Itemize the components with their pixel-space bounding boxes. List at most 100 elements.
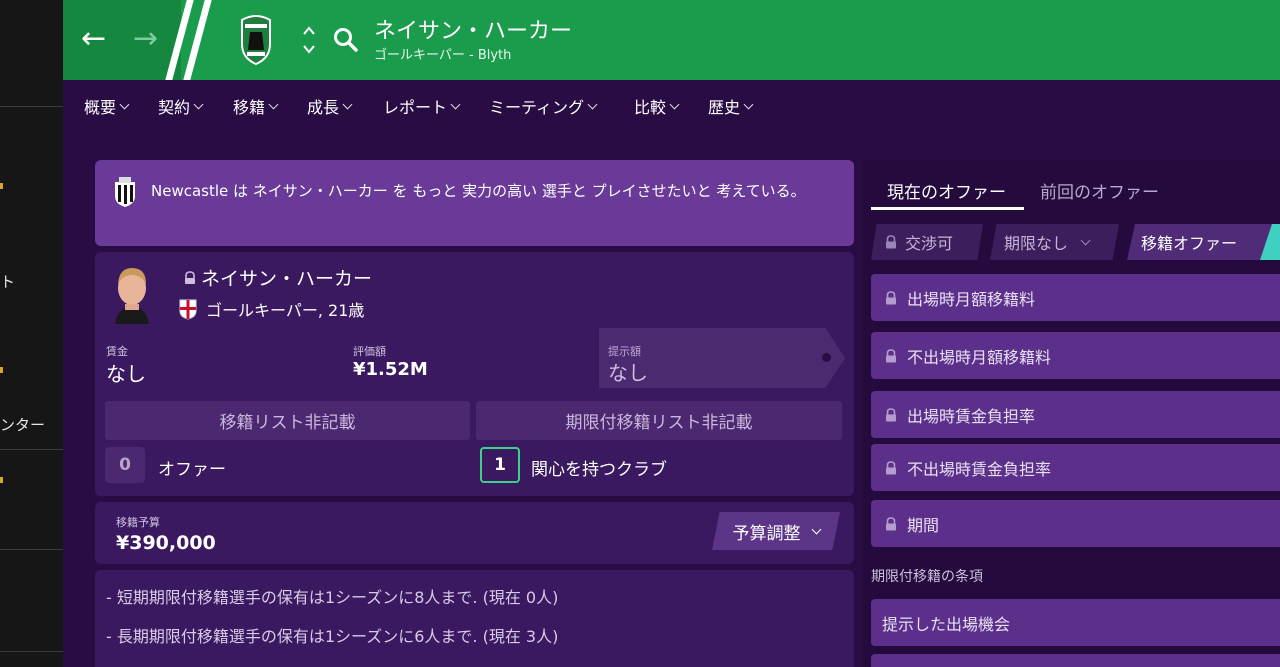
club-notice-banner: Newcastle は ネイサン・ハーカー を もっと 実力の高い 選手と プレ… [95, 160, 854, 246]
loan-term-label: 提示した出場機会 [882, 614, 1011, 634]
chevron-down-icon [587, 99, 598, 109]
chevron-down-icon [119, 99, 130, 109]
menu-report[interactable]: レポート [383, 94, 461, 118]
menu-overview[interactable]: 概要 [84, 94, 130, 118]
player-transfer-card: ネイサン・ハーカー ゴールキーパー, 21歳 賃金 なし 評価額 ¥1.52M … [95, 252, 854, 496]
player-position-row: ゴールキーパー, 21歳 [179, 297, 364, 321]
lock-icon [886, 290, 896, 304]
transfer-list-button[interactable]: 移籍リスト非記載 [105, 401, 470, 440]
loan-term-row[interactable]: 提示した出場機会 [871, 599, 1280, 646]
offer-panel: 現在のオファー 前回のオファー 交渉可 期限なし 移籍オファー 出場時月額移籍料… [862, 160, 1280, 667]
transfer-budget-panel: 移籍予算 ¥390,000 予算調整 [95, 502, 854, 564]
sidebar-divider [0, 549, 63, 550]
condition-row[interactable]: 不出場時賃金負担率 [871, 444, 1280, 491]
value-label: 評価額 [353, 345, 386, 358]
negotiable-pill[interactable]: 交渉可 [871, 224, 983, 260]
sidebar-item-fragment[interactable]: ト [0, 271, 15, 292]
chevron-down-icon [450, 99, 461, 109]
interested-clubs-label[interactable]: 関心を持つクラブ [531, 455, 667, 480]
negotiable-label: 交渉可 [905, 234, 954, 253]
condition-label: 期間 [907, 515, 940, 535]
menu-contract[interactable]: 契約 [158, 94, 204, 118]
adjust-budget-button[interactable]: 予算調整 [712, 512, 840, 550]
value-amount: ¥1.52M [353, 359, 428, 380]
condition-label: 出場時賃金負担率 [907, 406, 1036, 426]
menu-label: 歴史 [708, 98, 741, 117]
forward-arrow-icon[interactable]: → [133, 22, 158, 56]
menu-development[interactable]: 成長 [307, 94, 353, 118]
loan-term-row[interactable] [871, 654, 1280, 667]
page-subtitle: ゴールキーパー - Blyth [374, 48, 512, 63]
left-sidebar: ト ンター [0, 0, 63, 667]
loan-list-button[interactable]: 期限付移籍リスト非記載 [476, 401, 842, 440]
budget-label: 移籍予算 [116, 516, 160, 529]
menu-label: レポート [383, 98, 448, 117]
lock-icon [185, 270, 195, 284]
menu-label: 成長 [307, 98, 340, 117]
player-avatar[interactable] [109, 262, 155, 324]
position-age: ゴールキーパー, 21歳 [206, 301, 365, 320]
condition-row[interactable]: 不出場時月額移籍料 [871, 332, 1280, 379]
transfer-offer-label: 移籍オファー [1141, 234, 1238, 253]
asking-price-box[interactable]: 提示額 なし [599, 328, 845, 388]
chevron-down-icon [743, 99, 754, 109]
menu-label: 契約 [158, 98, 191, 117]
sidebar-indicator [0, 183, 3, 189]
sidebar-divider [0, 449, 63, 450]
menu-label: 概要 [84, 98, 117, 117]
sidebar-indicator [0, 367, 3, 373]
notice-text: Newcastle は ネイサン・ハーカー を もっと 実力の高い 選手と プレ… [151, 182, 806, 200]
interested-clubs-count: 1 [480, 447, 520, 483]
chevron-down-icon [669, 99, 680, 109]
sidebar-divider [0, 106, 63, 107]
menu-meeting[interactable]: ミーティング [489, 94, 598, 118]
sidebar-item-fragment[interactable]: ンター [0, 414, 45, 435]
budget-value: ¥390,000 [116, 532, 216, 554]
england-flag-icon [179, 299, 197, 320]
condition-row[interactable]: 期間 [871, 500, 1280, 547]
slider-dot [822, 353, 831, 362]
tab-current-offer[interactable]: 現在のオファー [887, 178, 1006, 203]
menu-bar: 概要 契約 移籍 成長 レポート ミーティング 比較 歴史 [63, 80, 1280, 130]
search-icon[interactable] [333, 27, 359, 53]
player-name[interactable]: ネイサン・ハーカー [201, 264, 372, 291]
condition-label: 出場時月額移籍料 [907, 289, 1036, 309]
page-title: ネイサン・ハーカー [374, 19, 573, 44]
player-switch-icon[interactable] [302, 22, 316, 58]
sidebar-indicator [0, 477, 3, 483]
lock-icon [886, 407, 896, 421]
offers-count: 0 [105, 447, 145, 483]
menu-compare[interactable]: 比較 [634, 94, 680, 118]
transfer-offer-button[interactable]: 移籍オファー [1127, 224, 1280, 260]
menu-transfer[interactable]: 移籍 [233, 94, 279, 118]
menu-label: 比較 [634, 98, 667, 117]
rule-item: - 長期期限付移籍選手の保有は1シーズンに6人まで. (現在 3人) [106, 627, 559, 646]
lock-icon [886, 348, 896, 362]
condition-label: 不出場時賃金負担率 [907, 459, 1052, 479]
chevron-down-icon [1080, 235, 1091, 245]
player-name-row: ネイサン・ハーカー [183, 264, 372, 291]
condition-row[interactable]: 出場時賃金負担率 [871, 391, 1280, 438]
condition-label: 不出場時月額移籍料 [907, 347, 1052, 367]
condition-row[interactable]: 出場時月額移籍料 [871, 274, 1280, 321]
lock-icon [886, 516, 896, 530]
wage-label: 賃金 [106, 345, 128, 358]
rule-item: - 短期期限付移籍選手の保有は1シーズンに8人まで. (現在 0人) [106, 588, 559, 607]
deadline-select[interactable]: 期限なし [990, 224, 1119, 260]
loan-rules-panel: - 短期期限付移籍選手の保有は1シーズンに8人まで. (現在 0人) - 長期期… [95, 570, 854, 667]
offers-label[interactable]: オファー [158, 455, 226, 480]
menu-label: 移籍 [233, 98, 266, 117]
page-header: ← → ネイサン・ハーカー ゴールキーパー - Blyth [63, 0, 1280, 80]
menu-history[interactable]: 歴史 [708, 94, 754, 118]
chevron-down-icon [811, 524, 821, 534]
sidebar-divider [0, 651, 63, 652]
menu-label: ミーティング [489, 98, 585, 117]
deadline-label: 期限なし [1004, 234, 1069, 253]
back-arrow-icon[interactable]: ← [81, 22, 106, 56]
chevron-down-icon [342, 99, 353, 109]
tab-previous-offer[interactable]: 前回のオファー [1040, 178, 1159, 203]
active-tab-indicator [871, 207, 1024, 210]
loan-terms-heading: 期限付移籍の条項 [871, 569, 983, 585]
club-crest-icon[interactable] [238, 14, 274, 66]
lock-icon [886, 460, 896, 474]
